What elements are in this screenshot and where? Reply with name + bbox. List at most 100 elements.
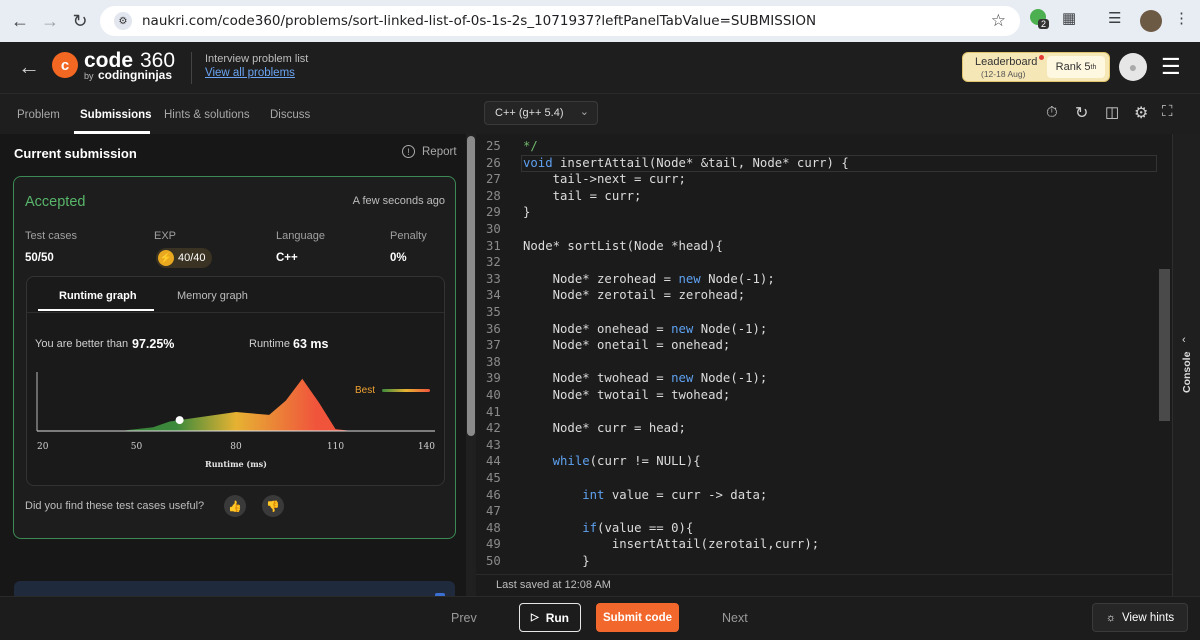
code-line: 25 */	[476, 139, 1172, 156]
left-scroll-thumb[interactable]	[467, 136, 475, 436]
rank-pill: Rank 5th	[1047, 56, 1105, 78]
line-number: 27	[486, 172, 501, 187]
editor-scrollbar-thumb[interactable]	[1159, 269, 1170, 421]
timer-icon[interactable]: ⏱	[1046, 104, 1058, 121]
line-number: 25	[486, 139, 501, 153]
reset-icon[interactable]: ↻	[1075, 103, 1088, 123]
code-line: 35	[476, 305, 1172, 322]
reload-icon[interactable]: ↻	[64, 5, 96, 37]
submission-time: A few seconds ago	[352, 195, 445, 207]
code-line: 31 Node* sortList(Node *head){	[476, 239, 1172, 256]
bottom-action-bar: Prev ▷ Run Submit code Next ☼ View hints	[0, 596, 1200, 640]
address-bar[interactable]: ⚙ naukri.com/code360/problems/sort-linke…	[100, 6, 1020, 36]
extension-badge: 2	[1038, 19, 1050, 29]
prev-button[interactable]: Prev	[451, 611, 477, 625]
stat-value-penalty: 0%	[390, 252, 407, 264]
hamburger-menu-icon[interactable]: ☰	[1161, 54, 1181, 80]
settings-gear-icon[interactable]: ⚙	[1134, 103, 1148, 123]
stat-value-test-cases: 50/50	[25, 252, 54, 264]
play-icon: ▷	[530, 612, 539, 623]
view-all-problems-link[interactable]: View all problems	[205, 67, 295, 79]
user-avatar[interactable]: ●	[1119, 53, 1147, 81]
code-line: 41	[476, 405, 1172, 422]
media-icon[interactable]: ☰	[1108, 9, 1121, 27]
console-label[interactable]: Console	[1181, 352, 1193, 393]
code-line: 39 Node* twohead = new Node(-1);	[476, 371, 1172, 388]
line-number: 45	[486, 471, 501, 485]
console-sidebar[interactable]: ‹ Console	[1172, 134, 1200, 596]
chevron-down-icon: ⌄	[579, 106, 589, 118]
code-text: */	[523, 139, 538, 153]
code-text: tail->next = curr;	[523, 172, 686, 187]
tab-problem[interactable]: Problem	[17, 109, 60, 121]
line-number: 34	[486, 288, 501, 303]
leaderboard-label: Leaderboard	[975, 56, 1038, 68]
profile-avatar[interactable]	[1140, 10, 1162, 32]
line-number: 41	[486, 404, 501, 419]
view-hints-button[interactable]: ☼ View hints	[1092, 603, 1188, 632]
line-number: 30	[486, 222, 501, 236]
line-number: 29	[486, 205, 501, 220]
code-line: 46 int value = curr -> data;	[476, 488, 1172, 505]
tab-runtime-graph[interactable]: Runtime graph	[59, 290, 137, 302]
next-button[interactable]: Next	[722, 611, 748, 625]
code-line: 34 Node* zerotail = zerohead;	[476, 288, 1172, 305]
code-line: 30	[476, 222, 1172, 239]
code-line: 33 Node* zerohead = new Node(-1);	[476, 272, 1172, 289]
shield-extension-icon[interactable]: 2	[1030, 9, 1050, 29]
layout-icon[interactable]: ◫	[1105, 103, 1119, 121]
leaderboard-card[interactable]: Leaderboard (12-18 Aug) Rank 5th	[962, 52, 1110, 82]
fullscreen-icon[interactable]: ⛶	[1162, 103, 1173, 120]
thumbs-up-icon[interactable]: 👍	[224, 495, 246, 517]
site-info-icon[interactable]: ⚙	[114, 12, 132, 30]
browser-menu-icon[interactable]: ⋮	[1174, 9, 1189, 27]
forward-arrow-icon[interactable]: →	[34, 5, 66, 37]
code-text: Node* zerotail = zerohead;	[523, 288, 746, 303]
x-tick-label: 80	[230, 442, 242, 452]
line-number: 49	[486, 537, 501, 552]
line-number: 28	[486, 188, 501, 203]
left-panel-scrollbar[interactable]	[466, 134, 476, 596]
puzzle-icon[interactable]: ▦	[1062, 9, 1076, 27]
back-arrow-icon[interactable]: ←	[18, 54, 40, 80]
bookmark-star-icon[interactable]: ☆	[991, 11, 1006, 31]
run-label: Run	[545, 610, 570, 625]
collapsed-section[interactable]	[14, 581, 455, 596]
x-tick-label: 110	[327, 442, 344, 452]
language-select[interactable]: C++ (g++ 5.4) ⌄	[484, 101, 598, 125]
code-line: 40 Node* twotail = twohead;	[476, 388, 1172, 405]
run-button[interactable]: ▷ Run	[519, 603, 581, 632]
tab-hints-solutions[interactable]: Hints & solutions	[164, 109, 250, 121]
code-text: void insertAttail(Node* &tail, Node* cur…	[523, 155, 849, 170]
line-number: 40	[486, 388, 501, 402]
status-badge: Accepted	[25, 194, 86, 210]
code-text: Node* curr = head;	[523, 421, 686, 436]
notification-dot	[1039, 55, 1044, 60]
editor-footer: Last saved at 12:08 AM	[476, 574, 1172, 596]
rank-suffix: th	[1090, 63, 1097, 71]
submit-code-button[interactable]: Submit code	[596, 603, 679, 632]
stat-label-penalty: Penalty	[390, 230, 427, 242]
exp-badge: ⚡ 40/40	[156, 248, 212, 268]
submit-label: Submit code	[602, 611, 672, 624]
interview-list-label: Interview problem list	[205, 53, 309, 65]
result-card: Accepted A few seconds ago Test cases 50…	[13, 176, 456, 539]
tab-submissions[interactable]: Submissions	[80, 109, 152, 121]
runtime-value: 63 ms	[293, 337, 329, 351]
graph-tab-underline	[38, 309, 154, 311]
tab-discuss[interactable]: Discuss	[270, 109, 310, 121]
chevron-left-icon[interactable]: ‹	[1182, 334, 1186, 346]
rank-label: Rank	[1055, 61, 1082, 73]
tab-memory-graph[interactable]: Memory graph	[177, 290, 248, 302]
x-tick-label: 50	[131, 442, 143, 452]
thumbs-down-icon[interactable]: 👎	[262, 495, 284, 517]
report-link[interactable]: Report	[422, 146, 457, 158]
back-arrow-icon[interactable]: ←	[4, 5, 36, 37]
line-number: 31	[486, 238, 501, 253]
code360-logo[interactable]: c code 360 by codingninjas	[52, 49, 192, 86]
runtime-area-series	[37, 378, 435, 431]
code-text: }	[523, 205, 531, 220]
code-editor[interactable]: 25 */ 26 void insertAttail(Node* &tail, Nod…	[476, 134, 1172, 574]
report-icon[interactable]: !	[402, 145, 415, 158]
line-number: 50	[486, 554, 501, 568]
